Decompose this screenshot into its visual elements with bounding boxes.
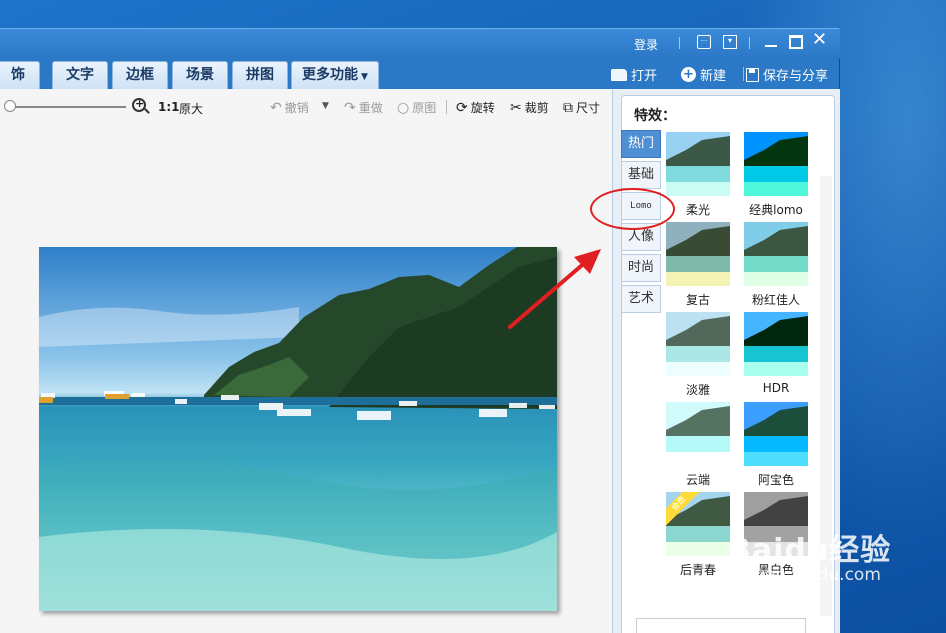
effect-preview-image	[744, 312, 808, 376]
new-label: 新建	[700, 69, 727, 84]
rotate-label: 旋转	[470, 101, 495, 115]
tab-accessories[interactable]: 饰品	[0, 61, 40, 109]
folder-icon	[611, 68, 627, 81]
dropdown-menu-icon[interactable]: ▾	[723, 35, 737, 49]
divider	[743, 67, 744, 81]
rotate-icon: ⟳	[456, 99, 468, 116]
save-share-button[interactable]: 保存与分享	[746, 65, 828, 84]
edited-photo	[39, 247, 557, 611]
resize-label: 尺寸	[576, 101, 601, 115]
tab-border[interactable]: 边框	[112, 61, 168, 89]
baidu-watermark: Baidu经验 jingyan.baidu.com	[724, 525, 892, 585]
divider	[749, 37, 750, 49]
caret-down-icon: ▼	[361, 72, 368, 82]
plus-icon: +	[681, 67, 696, 82]
effects-bottom-box	[636, 618, 806, 633]
effect-thumb-hdr[interactable]	[744, 312, 808, 376]
effect-thumb-soft-light[interactable]	[666, 132, 730, 196]
redo-icon: ↷	[344, 99, 356, 116]
tab-more-label: 更多功能	[302, 67, 359, 83]
edit-toolbar: + 1:1 原大 ↶ 撤销 ▼ ↷ 重做 ○ 原图 ⟳ 旋转 ✂ 裁剪 ⧉ 尺寸	[0, 89, 612, 125]
beach-landscape-image	[39, 247, 557, 611]
crop-button[interactable]: ✂ 裁剪	[510, 99, 549, 116]
scissors-icon: ✂	[510, 99, 522, 116]
maximize-icon[interactable]	[789, 35, 803, 49]
watermark-url: jingyan.baidu.com	[724, 565, 881, 585]
effect-label-hdr: HDR	[762, 381, 790, 395]
zoom-slider-handle[interactable]	[4, 100, 16, 112]
message-icon[interactable]: ···	[697, 35, 711, 49]
zoom-slider[interactable]	[8, 106, 126, 108]
title-bar: 登录 ··· ▾ ✕	[0, 29, 840, 59]
ratio-button[interactable]: 1:1	[158, 100, 180, 114]
category-fashion[interactable]: 时尚	[621, 254, 661, 282]
save-icon	[746, 67, 759, 82]
effect-thumb-abao[interactable]	[744, 402, 808, 466]
category-popular[interactable]: 热门	[621, 130, 661, 158]
effect-label-classic-lomo: 经典lomo	[749, 203, 803, 217]
effect-preview-image	[666, 402, 730, 466]
resize-icon: ⧉	[563, 99, 573, 116]
undo-button[interactable]: ↶ 撤销	[270, 99, 309, 116]
circle-icon: ○	[397, 99, 410, 116]
minimize-icon[interactable]	[764, 35, 778, 49]
redo-label: 重做	[358, 101, 383, 115]
undo-label: 撤销	[284, 101, 309, 115]
effect-thumb-classic-lomo[interactable]	[744, 132, 808, 196]
close-icon[interactable]: ✕	[812, 31, 827, 49]
reset-button[interactable]: ○ 原图	[397, 99, 436, 116]
effect-preview-image	[666, 222, 730, 286]
watermark-logo: Baidu经验	[728, 533, 892, 568]
crop-label: 裁剪	[524, 101, 549, 115]
effect-preview-image	[666, 132, 730, 196]
effect-label-elegant: 淡雅	[685, 383, 710, 397]
divider	[446, 100, 447, 114]
category-basic[interactable]: 基础	[621, 161, 661, 189]
effects-title: 特效：	[634, 108, 676, 124]
zoom-in-icon[interactable]: +	[132, 97, 146, 112]
effect-preview-image	[744, 222, 808, 286]
effect-label-pink-lady: 粉红佳人	[751, 293, 800, 307]
menu-bar: 饰品 文字 边框 场景 拼图 更多功能▼ 打开 + 新建 保存与分享	[0, 59, 840, 109]
new-button[interactable]: + 新建	[681, 65, 726, 84]
effect-label-abao: 阿宝色	[757, 473, 794, 487]
divider	[679, 37, 680, 49]
undo-icon: ↶	[270, 99, 282, 116]
original-size-button[interactable]: 原大	[179, 100, 203, 117]
open-label: 打开	[631, 69, 658, 84]
reset-label: 原图	[412, 101, 437, 115]
annotation-circle	[590, 188, 675, 230]
effect-thumb-pink-lady[interactable]	[744, 222, 808, 286]
save-share-label: 保存与分享	[763, 69, 829, 84]
tab-text[interactable]: 文字	[52, 61, 108, 89]
effect-thumb-elegant[interactable]	[666, 312, 730, 376]
tab-collage[interactable]: 拼图	[232, 61, 288, 89]
effect-preview-image	[744, 402, 808, 466]
resize-button[interactable]: ⧉ 尺寸	[563, 99, 600, 116]
app-window: 登录 ··· ▾ ✕ 饰品 文字 边框 场景 拼图 更多功能▼ 打开 + 新建 …	[0, 28, 840, 633]
tab-more-features[interactable]: 更多功能 ▼	[291, 61, 379, 89]
login-link[interactable]: 登录	[634, 36, 658, 53]
effect-thumb-cloud[interactable]	[666, 402, 730, 466]
open-button[interactable]: 打开	[611, 65, 657, 84]
canvas-area: + 1:1 原大 ↶ 撤销 ▼ ↷ 重做 ○ 原图 ⟳ 旋转 ✂ 裁剪 ⧉ 尺寸	[0, 89, 612, 633]
effect-preview-image	[666, 312, 730, 376]
effect-label-cloud: 云端	[685, 473, 710, 487]
effect-preview-image	[744, 132, 808, 196]
tab-scene[interactable]: 场景	[172, 61, 228, 89]
effect-label-retro: 复古	[685, 293, 710, 307]
rotate-button[interactable]: ⟳ 旋转	[456, 99, 495, 116]
redo-button[interactable]: ↷ 重做	[344, 99, 383, 116]
annotation-arrow-icon	[508, 249, 601, 329]
effect-thumb-retro[interactable]	[666, 222, 730, 286]
undo-history-dropdown-icon[interactable]: ▼	[322, 101, 329, 111]
effect-thumb-youth[interactable]: 会员	[666, 492, 730, 556]
